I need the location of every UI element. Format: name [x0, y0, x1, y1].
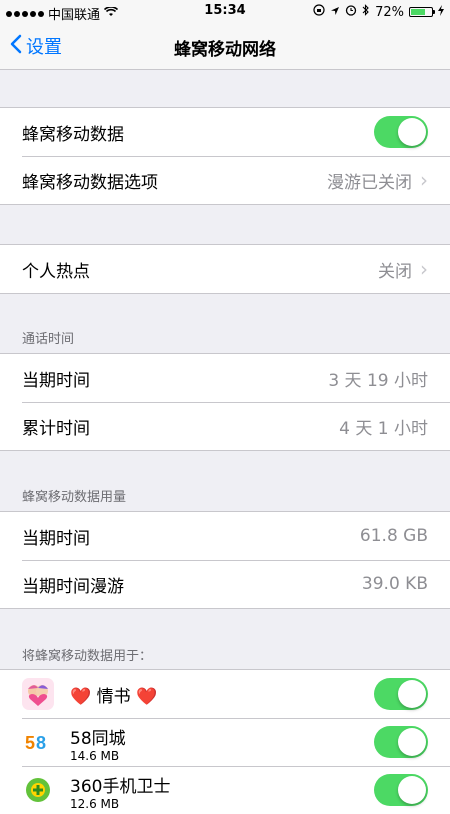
app-row-360: 360手机卫士 12.6 MB	[0, 766, 450, 814]
cellular-options-label: 蜂窝移动数据选项	[22, 172, 158, 193]
app-usage: 14.6 MB	[70, 749, 120, 763]
usage-current-row: 当期时间 61.8 GB	[0, 512, 450, 560]
cellular-options-value: 漫游已关闭	[327, 172, 412, 193]
heart-couple-icon	[22, 678, 54, 710]
data-usage-group: 当期时间 61.8 GB 当期时间漫游 39.0 KB	[0, 511, 450, 609]
app-toggle-qingshu[interactable]	[374, 678, 428, 710]
status-bar: 中国联通 15:34 72%	[0, 0, 450, 24]
cellular-data-label: 蜂窝移动数据	[22, 124, 124, 145]
58-logo-icon: 58	[22, 726, 54, 758]
apps-header: 将蜂窝移动数据用于：	[22, 649, 153, 664]
360-shield-icon	[22, 774, 54, 806]
rotation-lock-icon	[313, 4, 325, 20]
app-name: 360手机卫士	[70, 777, 171, 797]
app-row-58: 58 58同城 14.6 MB	[0, 718, 450, 766]
call-total-label: 累计时间	[22, 418, 90, 439]
app-text: 58同城 14.6 MB	[70, 724, 126, 763]
usage-roaming-label: 当期时间漫游	[22, 576, 124, 597]
call-total-value: 4 天 1 小时	[339, 418, 428, 439]
usage-current-value: 61.8 GB	[359, 526, 428, 546]
cellular-group: 蜂窝移动数据 蜂窝移动数据选项 漫游已关闭 ›	[0, 107, 450, 205]
location-icon	[330, 5, 340, 20]
hotspot-value: 关闭	[378, 261, 412, 282]
call-current-value: 3 天 19 小时	[328, 370, 428, 391]
app-usage: 12.6 MB	[70, 797, 120, 811]
cellular-data-toggle[interactable]	[374, 116, 428, 148]
app-toggle-360[interactable]	[374, 774, 428, 806]
usage-roaming-value: 39.0 KB	[361, 574, 428, 594]
hotspot-row[interactable]: 个人热点 关闭 ›	[0, 245, 450, 293]
usage-current-label: 当期时间	[22, 528, 90, 549]
cellular-options-value-wrap: 漫游已关闭 ›	[327, 168, 428, 193]
battery-percent: 72%	[375, 4, 404, 20]
hotspot-value-wrap: 关闭 ›	[378, 257, 428, 282]
app-toggle-58[interactable]	[374, 726, 428, 758]
status-right: 72%	[313, 4, 444, 20]
battery-icon	[409, 7, 435, 17]
cellular-data-row: 蜂窝移动数据	[0, 108, 450, 156]
app-row-qingshu: ❤️ 情书 ❤️	[0, 670, 450, 718]
hotspot-group: 个人热点 关闭 ›	[0, 244, 450, 294]
svg-text:8: 8	[36, 733, 46, 753]
bluetooth-icon	[362, 4, 370, 20]
chevron-right-icon: ›	[420, 168, 428, 192]
svg-text:5: 5	[25, 733, 35, 753]
app-text: 360手机卫士 12.6 MB	[70, 772, 170, 811]
hotspot-label: 个人热点	[22, 261, 90, 282]
chevron-right-icon: ›	[420, 257, 428, 281]
alarm-icon	[345, 4, 357, 20]
call-time-header: 通话时间	[22, 332, 75, 347]
call-current-row: 当期时间 3 天 19 小时	[0, 354, 450, 402]
usage-roaming-row: 当期时间漫游 39.0 KB	[0, 560, 450, 608]
data-usage-header: 蜂窝移动数据用量	[22, 490, 127, 505]
navigation-bar: 设置 蜂窝移动网络	[0, 24, 450, 70]
call-total-row: 累计时间 4 天 1 小时	[0, 402, 450, 450]
app-name: ❤️ 情书 ❤️	[70, 686, 158, 707]
call-current-label: 当期时间	[22, 370, 90, 391]
cellular-options-row[interactable]: 蜂窝移动数据选项 漫游已关闭 ›	[0, 156, 450, 204]
app-name: 58同城	[70, 729, 126, 749]
page-title: 蜂窝移动网络	[174, 40, 276, 60]
charging-bolt-icon	[438, 4, 444, 20]
apps-group: ❤️ 情书 ❤️ 58 58同城 14.6 MB 360手机卫士 12.6 MB	[0, 669, 450, 814]
call-time-group: 当期时间 3 天 19 小时 累计时间 4 天 1 小时	[0, 353, 450, 451]
